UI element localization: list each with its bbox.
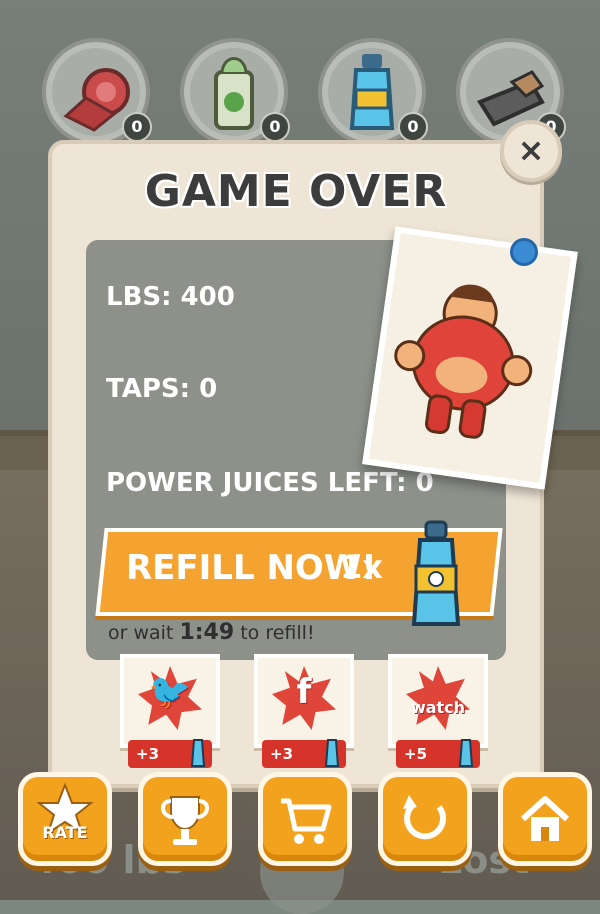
stat-power-juices: POWER JUICES LEFT: 0 (106, 468, 434, 498)
home-icon (520, 796, 570, 841)
stat-lbs: LBS: 400 (106, 282, 235, 312)
panel-title: GAME OVER (144, 166, 448, 217)
strongman-character-icon (394, 284, 533, 439)
close-button[interactable]: × (500, 120, 562, 182)
wait-prefix: or wait (108, 622, 174, 644)
pushpin-icon (510, 238, 538, 266)
item-count: 0 (260, 112, 290, 142)
shop-button[interactable] (258, 772, 352, 866)
wait-suffix: to refill! (240, 622, 315, 644)
power-juice-icon (324, 739, 340, 767)
power-juice-icon (411, 520, 461, 626)
refill-timer: or wait 1:49 to refill! (108, 620, 315, 645)
facebook-icon: f (296, 672, 312, 712)
item-bubble-juice[interactable]: 0 (318, 38, 428, 146)
wait-time: 1:49 (179, 620, 235, 645)
restart-icon (403, 795, 446, 840)
rate-label: RATE (42, 823, 88, 842)
reward-badge-watch: +5 (396, 739, 480, 768)
reward-amount: +3 (270, 745, 294, 763)
trophy-icon (161, 796, 209, 845)
rate-button[interactable]: RATE (18, 772, 112, 866)
reward-amount: +3 (136, 745, 160, 763)
twitter-icon: 🐦 (148, 672, 192, 712)
power-juice-icon (458, 739, 474, 767)
cart-icon (281, 798, 332, 844)
leaderboard-button[interactable] (138, 772, 232, 866)
item-count: 0 (122, 112, 152, 142)
reward-badge-facebook: +3 (262, 739, 346, 768)
refill-count: 1x (340, 548, 383, 586)
item-bubble-meat[interactable]: 0 (42, 38, 152, 146)
home-button[interactable] (498, 772, 592, 866)
watch-label: watch (410, 698, 466, 717)
character-photo (362, 226, 578, 490)
retry-button[interactable] (378, 772, 472, 866)
item-bubble-spinach[interactable]: 0 (180, 38, 290, 146)
item-count: 0 (398, 112, 428, 142)
stat-taps: TAPS: 0 (106, 374, 218, 404)
reward-badge-twitter: +3 (128, 739, 212, 768)
power-juice-icon (190, 739, 206, 767)
reward-amount: +5 (404, 745, 428, 763)
